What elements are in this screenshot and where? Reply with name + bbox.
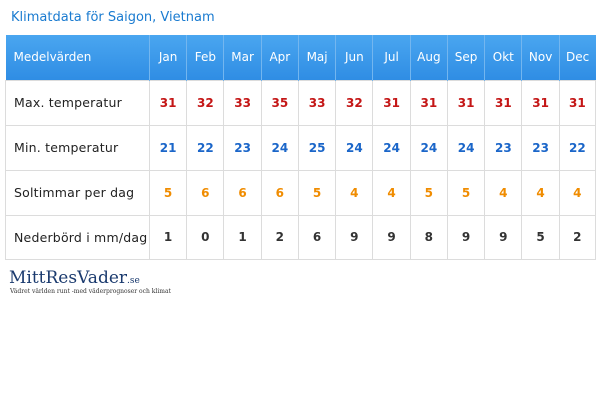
table-cell: 31 (558, 79, 597, 126)
table-cell: 22 (186, 124, 225, 171)
month-header: Apr (261, 35, 299, 80)
table-cell: 22 (558, 124, 597, 171)
row-label: Min. temperatur (5, 124, 150, 171)
month-header: Aug (410, 35, 448, 80)
logo-name: MittResVader (9, 268, 128, 288)
climate-table: Medelvärden Jan Feb Mar Apr Maj Jun Jul … (5, 35, 597, 260)
table-cell: 24 (335, 124, 374, 171)
table-cell: 5 (521, 214, 560, 260)
table-cell: 4 (372, 169, 411, 216)
table-cell: 32 (186, 79, 225, 126)
table-cell: 31 (446, 79, 486, 126)
table-cell: 24 (372, 124, 411, 171)
month-header: Dec (559, 35, 596, 80)
table-cell: 25 (297, 124, 337, 171)
month-header: Okt (484, 35, 523, 80)
table-cell: 5 (409, 169, 448, 216)
table-cell: 1 (223, 214, 262, 260)
table-cell: 35 (260, 79, 299, 126)
month-header: Jun (335, 35, 374, 80)
table-cell: 4 (335, 169, 374, 216)
row-label: Nederbörd i mm/dag (5, 214, 150, 260)
table-cell: 2 (260, 214, 299, 260)
table-cell: 23 (484, 124, 523, 171)
table-cell: 4 (558, 169, 597, 216)
table-cell: 6 (297, 214, 337, 260)
table-cell: 6 (260, 169, 299, 216)
logo-tld: .se (127, 276, 140, 286)
header-label: Medelvärden (5, 35, 150, 80)
table-cell: 32 (335, 79, 374, 126)
row-label: Max. temperatur (5, 79, 150, 126)
table-cell: 24 (446, 124, 486, 171)
table-cell: 33 (297, 79, 337, 126)
table-cell: 5 (297, 169, 337, 216)
table-cell: 9 (372, 214, 411, 260)
site-logo[interactable]: MittResVader.se (9, 268, 140, 288)
table-cell: 9 (484, 214, 523, 260)
table-cell: 31 (148, 79, 188, 126)
table-cell: 2 (558, 214, 597, 260)
table-cell: 33 (223, 79, 262, 126)
month-header: Feb (186, 35, 225, 80)
table-cell: 9 (446, 214, 486, 260)
table-cell: 21 (148, 124, 188, 171)
table-cell: 31 (409, 79, 448, 126)
table-cell: 1 (148, 214, 188, 260)
table-cell: 5 (446, 169, 486, 216)
month-header: Sep (447, 35, 486, 80)
table-cell: 31 (484, 79, 523, 126)
table-row-sun-hours: Soltimmar per dag 5 6 6 6 5 4 4 5 5 4 4 … (5, 169, 597, 216)
table-cell: 6 (223, 169, 262, 216)
month-header: Nov (521, 35, 560, 80)
month-header: Jul (372, 35, 411, 80)
table-row-max-temperature: Max. temperatur 31 32 33 35 33 32 31 31 … (5, 79, 597, 126)
table-cell: 4 (521, 169, 560, 216)
table-cell: 23 (223, 124, 262, 171)
table-cell: 5 (148, 169, 188, 216)
table-cell: 6 (186, 169, 225, 216)
table-cell: 31 (372, 79, 411, 126)
header-row: Medelvärden Jan Feb Mar Apr Maj Jun Jul … (5, 35, 596, 80)
table-cell: 24 (260, 124, 299, 171)
table-row-min-temperature: Min. temperatur 21 22 23 24 25 24 24 24 … (5, 124, 597, 171)
table-cell: 24 (409, 124, 448, 171)
table-cell: 23 (521, 124, 560, 171)
page-title: Klimatdata för Saigon, Vietnam (11, 10, 215, 25)
month-header: Jan (149, 35, 188, 80)
table-row-precipitation: Nederbörd i mm/dag 1 0 1 2 6 9 9 8 9 9 5… (5, 214, 597, 260)
table-cell: 9 (335, 214, 374, 260)
table-cell: 8 (409, 214, 448, 260)
table-cell: 31 (521, 79, 560, 126)
table-cell: 0 (186, 214, 225, 260)
table-cell: 4 (484, 169, 523, 216)
row-label: Soltimmar per dag (5, 169, 150, 216)
month-header: Mar (223, 35, 262, 80)
logo-tagline: Vädret världen runt -med väderprognoser … (10, 288, 171, 295)
month-header: Maj (298, 35, 337, 80)
